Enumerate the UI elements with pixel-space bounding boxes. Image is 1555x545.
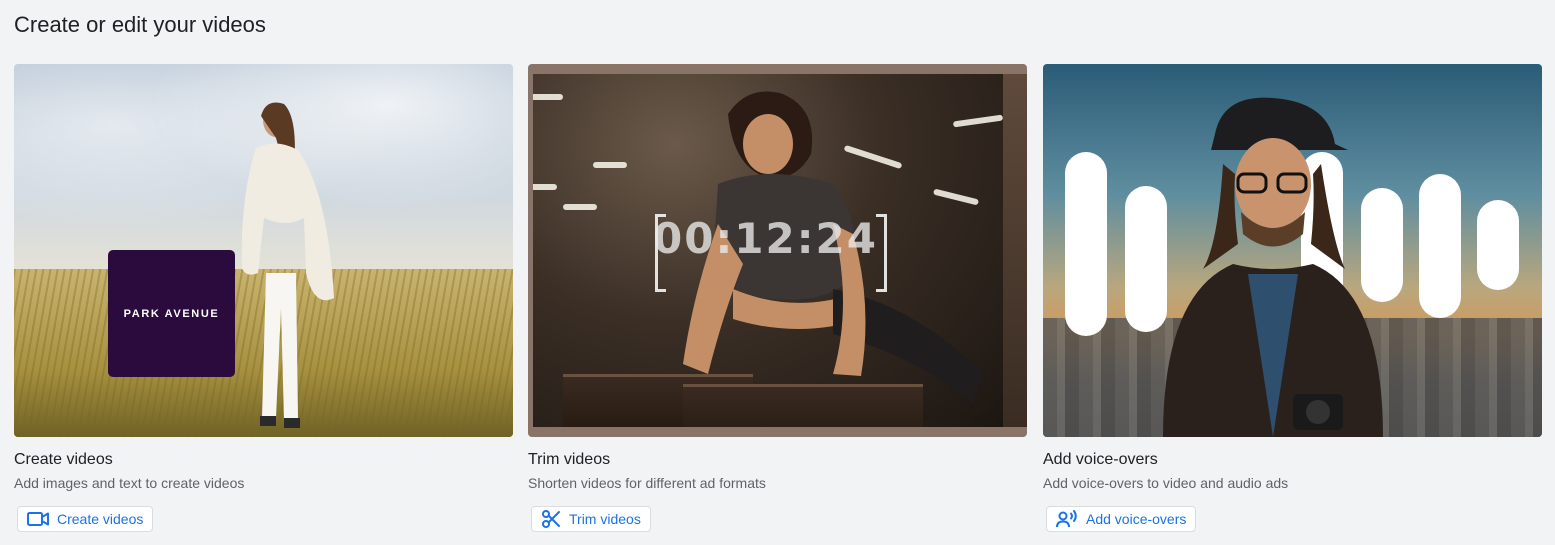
- card-description: Add voice-overs to video and audio ads: [1043, 475, 1289, 491]
- button-label: Create videos: [57, 511, 144, 527]
- woman-figure: [241, 102, 334, 428]
- card-description: Add images and text to create videos: [14, 475, 245, 491]
- card-title: Trim videos: [528, 451, 611, 468]
- card-description: Shorten videos for different ad formats: [528, 475, 766, 491]
- gym-scene-edge: [1003, 74, 1027, 427]
- audio-wave-bar: [1419, 174, 1461, 318]
- section-title: Create or edit your videos: [14, 12, 266, 37]
- audio-wave-bar: [1065, 152, 1107, 336]
- trim-videos-card: 00:12:24 Trim videos Shorten videos for …: [528, 64, 1027, 534]
- card-title: Add voice-overs: [1043, 451, 1158, 468]
- button-label: Trim videos: [569, 511, 641, 527]
- timer-bracket-right: [876, 214, 887, 292]
- video-camera-icon: [27, 512, 49, 526]
- add-voice-overs-thumbnail[interactable]: [1043, 64, 1542, 437]
- button-label: Add voice-overs: [1086, 511, 1187, 527]
- create-videos-card: PARK AVENUE Create videos Add images and…: [14, 64, 513, 532]
- add-voice-overs-card: Add voice-overs Add voice-overs to video…: [1043, 64, 1542, 533]
- trim-videos-button[interactable]: Trim videos: [531, 506, 651, 532]
- brand-logo-tile: PARK AVENUE: [108, 250, 235, 377]
- create-videos-button[interactable]: Create videos: [17, 506, 154, 532]
- audio-wave-bar: [1477, 200, 1519, 290]
- create-videos-thumbnail[interactable]: PARK AVENUE: [14, 64, 513, 437]
- timer-overlay: 00:12:24: [653, 214, 878, 263]
- man-with-camera-figure: [1163, 97, 1383, 437]
- step-box: [683, 384, 923, 427]
- trim-videos-thumbnail[interactable]: 00:12:24: [528, 64, 1027, 437]
- add-voice-overs-button[interactable]: Add voice-overs: [1046, 506, 1197, 532]
- voice-person-icon: [1056, 510, 1077, 528]
- scissors-icon: [542, 510, 560, 528]
- card-title: Create videos: [14, 451, 113, 468]
